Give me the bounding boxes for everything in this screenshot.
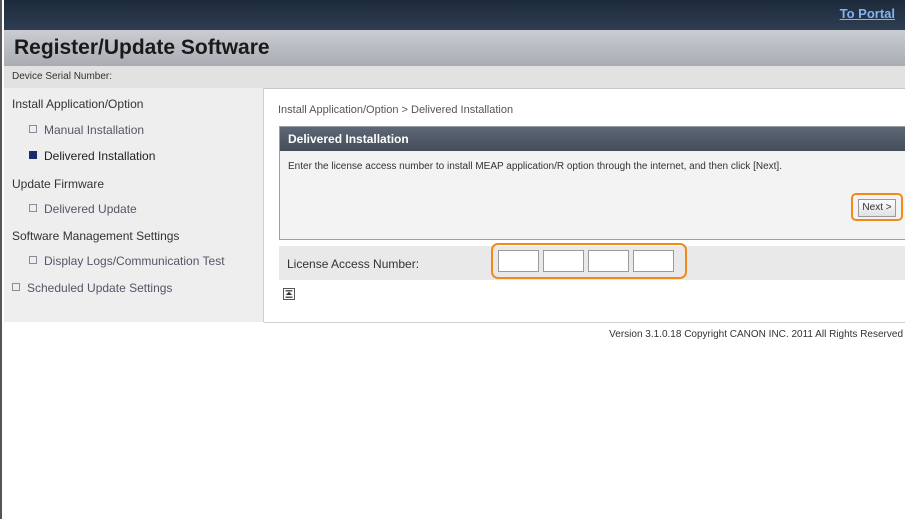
back-to-top-icon[interactable] <box>283 288 295 300</box>
sidebar-item-scheduled-update-settings[interactable]: Scheduled Update Settings <box>12 281 172 295</box>
square-bullet-icon <box>29 151 37 159</box>
copyright-footer: Version 3.1.0.18 Copyright CANON INC. 20… <box>609 329 903 340</box>
device-serial-label: Device Serial Number: <box>12 71 113 82</box>
sidebar-item-manual-installation[interactable]: Manual Installation <box>29 123 144 137</box>
square-bullet-icon <box>29 204 37 212</box>
sidebar-item-label: Manual Installation <box>44 123 145 137</box>
next-button[interactable]: Next > <box>858 199 896 217</box>
license-field-4[interactable] <box>633 250 674 272</box>
sidebar-item-label: Scheduled Update Settings <box>27 281 173 295</box>
license-access-number-row: License Access Number: <box>279 243 905 280</box>
square-bullet-icon <box>12 283 20 291</box>
square-bullet-icon <box>29 125 37 133</box>
next-button-highlight: Next > <box>851 193 903 221</box>
top-bar: To Portal <box>4 0 905 30</box>
main-content: Install Application/Option > Delivered I… <box>264 88 905 322</box>
sidebar-item-delivered-installation[interactable]: Delivered Installation <box>29 149 155 163</box>
sidebar-item-label: Delivered Installation <box>44 149 156 163</box>
app-window: To Portal Register/Update Software Devic… <box>0 0 905 519</box>
license-field-3[interactable] <box>588 250 629 272</box>
page-title: Register/Update Software <box>14 36 270 59</box>
sidebar: Install Application/Option Manual Instal… <box>4 88 264 322</box>
sidebar-group-software-management: Software Management Settings <box>12 229 180 243</box>
sidebar-item-label: Display Logs/Communication Test <box>44 254 225 268</box>
license-access-number-label: License Access Number: <box>287 257 420 271</box>
license-field-2[interactable] <box>543 250 584 272</box>
license-fields-highlight <box>491 243 687 279</box>
title-bar: Register/Update Software <box>4 30 905 66</box>
license-field-1[interactable] <box>498 250 539 272</box>
sidebar-item-delivered-update[interactable]: Delivered Update <box>29 202 137 216</box>
panel-description: Enter the license access number to insta… <box>288 161 782 172</box>
sidebar-item-label: Delivered Update <box>44 202 137 216</box>
content-divider <box>264 322 905 323</box>
sidebar-group-install: Install Application/Option <box>12 97 144 111</box>
breadcrumb: Install Application/Option > Delivered I… <box>278 104 514 116</box>
serial-number-bar: Device Serial Number: <box>4 66 905 89</box>
delivered-installation-panel: Delivered Installation Enter the license… <box>279 126 905 240</box>
sidebar-item-display-logs[interactable]: Display Logs/Communication Test <box>29 254 225 268</box>
to-portal-link[interactable]: To Portal <box>840 6 895 21</box>
panel-title: Delivered Installation <box>280 127 905 151</box>
sidebar-group-update-firmware: Update Firmware <box>12 177 105 191</box>
square-bullet-icon <box>29 256 37 264</box>
